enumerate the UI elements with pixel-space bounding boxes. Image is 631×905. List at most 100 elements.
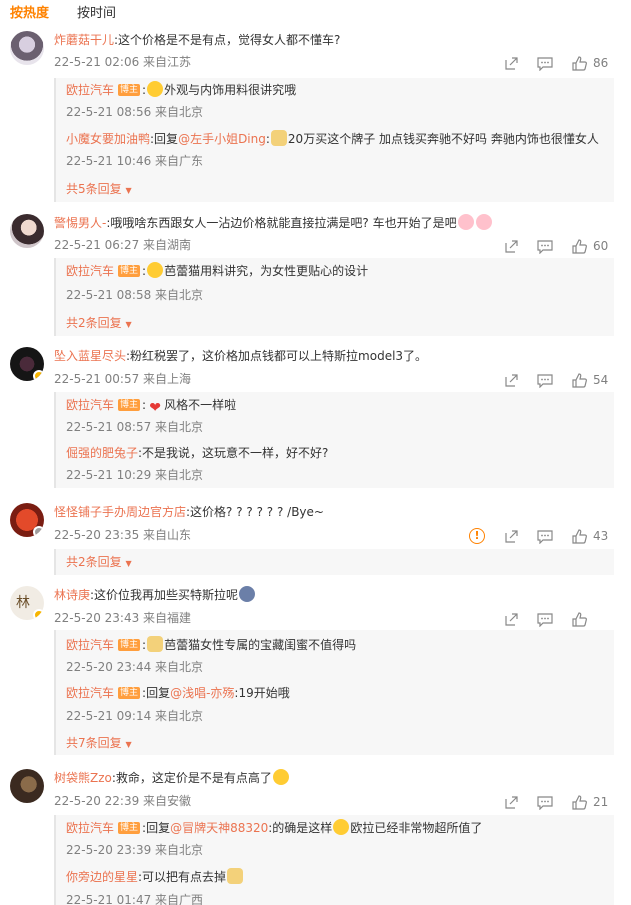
reply-box: 欧拉汽车 博主:回复@冒牌天神88320:的确是这样 欧拉已经非常物超所值了 22-… (54, 815, 614, 905)
cat-emoji-icon (270, 130, 287, 146)
like-icon[interactable] (571, 55, 587, 71)
like-count: 54 (593, 373, 609, 387)
comment-actions: ! 43 (451, 527, 611, 545)
chevron-down-icon: ▼ (125, 559, 132, 568)
reply-username[interactable]: 小魔女要加油鸭 (66, 132, 150, 146)
like-icon[interactable] (571, 528, 587, 544)
reply-item: 欧拉汽车 博主:回复@冒牌天神88320:的确是这样 欧拉已经非常物超所值了 (66, 819, 483, 835)
avatar[interactable] (10, 214, 44, 248)
more-replies-link[interactable]: 共2条回复 ▼ (66, 553, 132, 573)
like-icon[interactable] (571, 794, 587, 810)
report-icon[interactable]: ! (469, 528, 485, 544)
reply-username[interactable]: 欧拉汽车 (66, 398, 114, 412)
reply-username[interactable]: 你旁边的星星 (66, 870, 138, 884)
avatar[interactable] (10, 503, 44, 537)
comment-icon[interactable] (537, 528, 553, 544)
reply-box: 欧拉汽车 博主: 外观与内饰用料很讲究哦 22-5-21 08:56 来自北京 小魔… (54, 78, 614, 202)
comment-actions: 54 (485, 371, 611, 389)
comment-username[interactable]: 警惕男人- (54, 216, 106, 230)
comment-text: :哦哦啥东西跟女人一沾边价格就能直接拉满是吧? 车也开始了是吧 (106, 216, 457, 230)
reply-item: 你旁边的星星:可以把有点去掉 (66, 868, 244, 886)
comment-text: :救命，这定价是不是有点高了 (111, 771, 272, 785)
reply-item: 欧拉汽车 博主:回复@浅唱-亦殇:19开始哦 (66, 686, 290, 700)
laugh-emoji-icon (147, 262, 164, 278)
blogger-badge: 博主 (118, 399, 141, 411)
like-icon[interactable] (571, 238, 587, 254)
blogger-badge: 博主 (118, 84, 141, 96)
share-icon[interactable] (503, 528, 519, 544)
like-icon[interactable] (571, 372, 587, 388)
comment-username[interactable]: 炸蘑菇干儿 (54, 33, 114, 47)
mention-link[interactable]: @左手小姐Ding (178, 132, 266, 146)
reply-item: 欧拉汽车 博主: 芭蕾猫女性专属的宝藏闺蜜不值得吗 (66, 636, 357, 652)
chevron-down-icon: ▼ (125, 186, 132, 195)
share-icon[interactable] (503, 238, 519, 254)
avatar[interactable] (10, 347, 44, 381)
mention-link[interactable]: @冒牌天神88320 (170, 821, 268, 835)
comment-icon[interactable] (537, 611, 553, 627)
reply-item: 倔强的肥兔子:不是我说，这玩意不一样，好不好? (66, 444, 328, 462)
comment-icon[interactable] (537, 238, 553, 254)
share-icon[interactable] (503, 372, 519, 388)
reply-username[interactable]: 欧拉汽车 (66, 821, 114, 835)
comment-username[interactable]: 林诗庚 (54, 588, 90, 602)
tab-by-hot[interactable]: 按热度 (10, 2, 49, 21)
comment-icon[interactable] (537, 55, 553, 71)
chevron-down-icon: ▼ (125, 740, 132, 749)
verified-badge-icon (33, 609, 44, 620)
avatar[interactable] (10, 769, 44, 803)
comment-actions: 21 (485, 793, 611, 811)
avatar[interactable] (10, 31, 44, 65)
comment-username[interactable]: 坠入蓝星尽头 (54, 349, 126, 363)
share-icon[interactable] (503, 55, 519, 71)
like-count: 43 (593, 529, 609, 543)
cat-emoji-icon (147, 636, 164, 652)
reply-username[interactable]: 欧拉汽车 (66, 83, 114, 97)
reply-item: 欧拉汽车 博主: ❤ 风格不一样啦 (66, 398, 237, 416)
more-replies-link[interactable]: 共2条回复 ▼ (66, 314, 132, 334)
reply-item: 小魔女要加油鸭:回复@左手小姐Ding: 20万买这个牌子 加点钱买奔驰不好吗 奔… (66, 130, 599, 146)
blogger-badge: 博主 (118, 822, 141, 834)
reply-meta: 22-5-21 08:57 来自北京 (66, 420, 204, 434)
reply-meta: 22-5-21 01:47 来自广西 (66, 893, 204, 905)
comment-meta: 22-5-21 02:06 来自江苏 (54, 55, 192, 69)
laugh-emoji-icon (147, 81, 164, 97)
reply-username[interactable]: 欧拉汽车 (66, 264, 114, 278)
comment-username[interactable]: 怪怪铺子手办周边官方店 (54, 505, 186, 519)
shocked-emoji-icon (239, 586, 256, 602)
reply-text: :19开始哦 (234, 686, 290, 700)
comment-meta: 22-5-21 06:27 来自湖南 (54, 238, 192, 252)
crying-emoji-icon (272, 769, 289, 785)
like-icon[interactable] (571, 611, 587, 627)
avatar[interactable]: 林 (10, 586, 44, 620)
comment-text: :这价格? ? ? ? ? ? /Bye~ (186, 505, 324, 519)
reply-text: :的确是这样 (268, 821, 333, 835)
reply-text: 20万买这个牌子 加点钱买奔驰不好吗 奔驰内饰也很懂女人 (287, 132, 599, 146)
blogger-badge: 博主 (118, 265, 141, 277)
share-icon[interactable] (503, 611, 519, 627)
reply-meta: 22-5-21 10:46 来自广东 (66, 154, 204, 168)
reply-item: 欧拉汽车 博主: 芭蕾猫用料讲究，为女性更贴心的设计 (66, 262, 369, 278)
comment-meta: 22-5-20 23:43 来自福建 (54, 611, 192, 625)
tab-by-time[interactable]: 按时间 (77, 2, 116, 21)
reply-text: 欧拉已经非常物超所值了 (350, 821, 483, 835)
reply-username[interactable]: 欧拉汽车 (66, 638, 114, 652)
mention-link[interactable]: @浅唱-亦殇 (170, 686, 234, 700)
reply-meta: 22-5-20 23:44 来自北京 (66, 660, 204, 674)
reply-text: 芭蕾猫女性专属的宝藏闺蜜不值得吗 (164, 638, 357, 652)
pig-emoji-icon (475, 214, 492, 230)
reply-item: 欧拉汽车 博主: 外观与内饰用料很讲究哦 (66, 81, 297, 97)
comment-text: :粉红税罢了，这价格加点钱都可以上特斯拉model3了。 (126, 349, 428, 363)
reply-username[interactable]: 欧拉汽车 (66, 686, 114, 700)
reply-meta: 22-5-21 09:14 来自北京 (66, 709, 204, 723)
verified-badge-icon (33, 526, 44, 537)
comment-icon[interactable] (537, 794, 553, 810)
more-replies-link[interactable]: 共5条回复 ▼ (66, 180, 132, 200)
share-icon[interactable] (503, 794, 519, 810)
comment-username[interactable]: 树袋熊Zzo (54, 771, 112, 785)
reply-username[interactable]: 倔强的肥兔子 (66, 446, 138, 460)
reply-box: 共2条回复 ▼ (54, 549, 614, 575)
comment-icon[interactable] (537, 372, 553, 388)
like-count: 21 (593, 795, 609, 809)
more-replies-link[interactable]: 共7条回复 ▼ (66, 734, 132, 754)
